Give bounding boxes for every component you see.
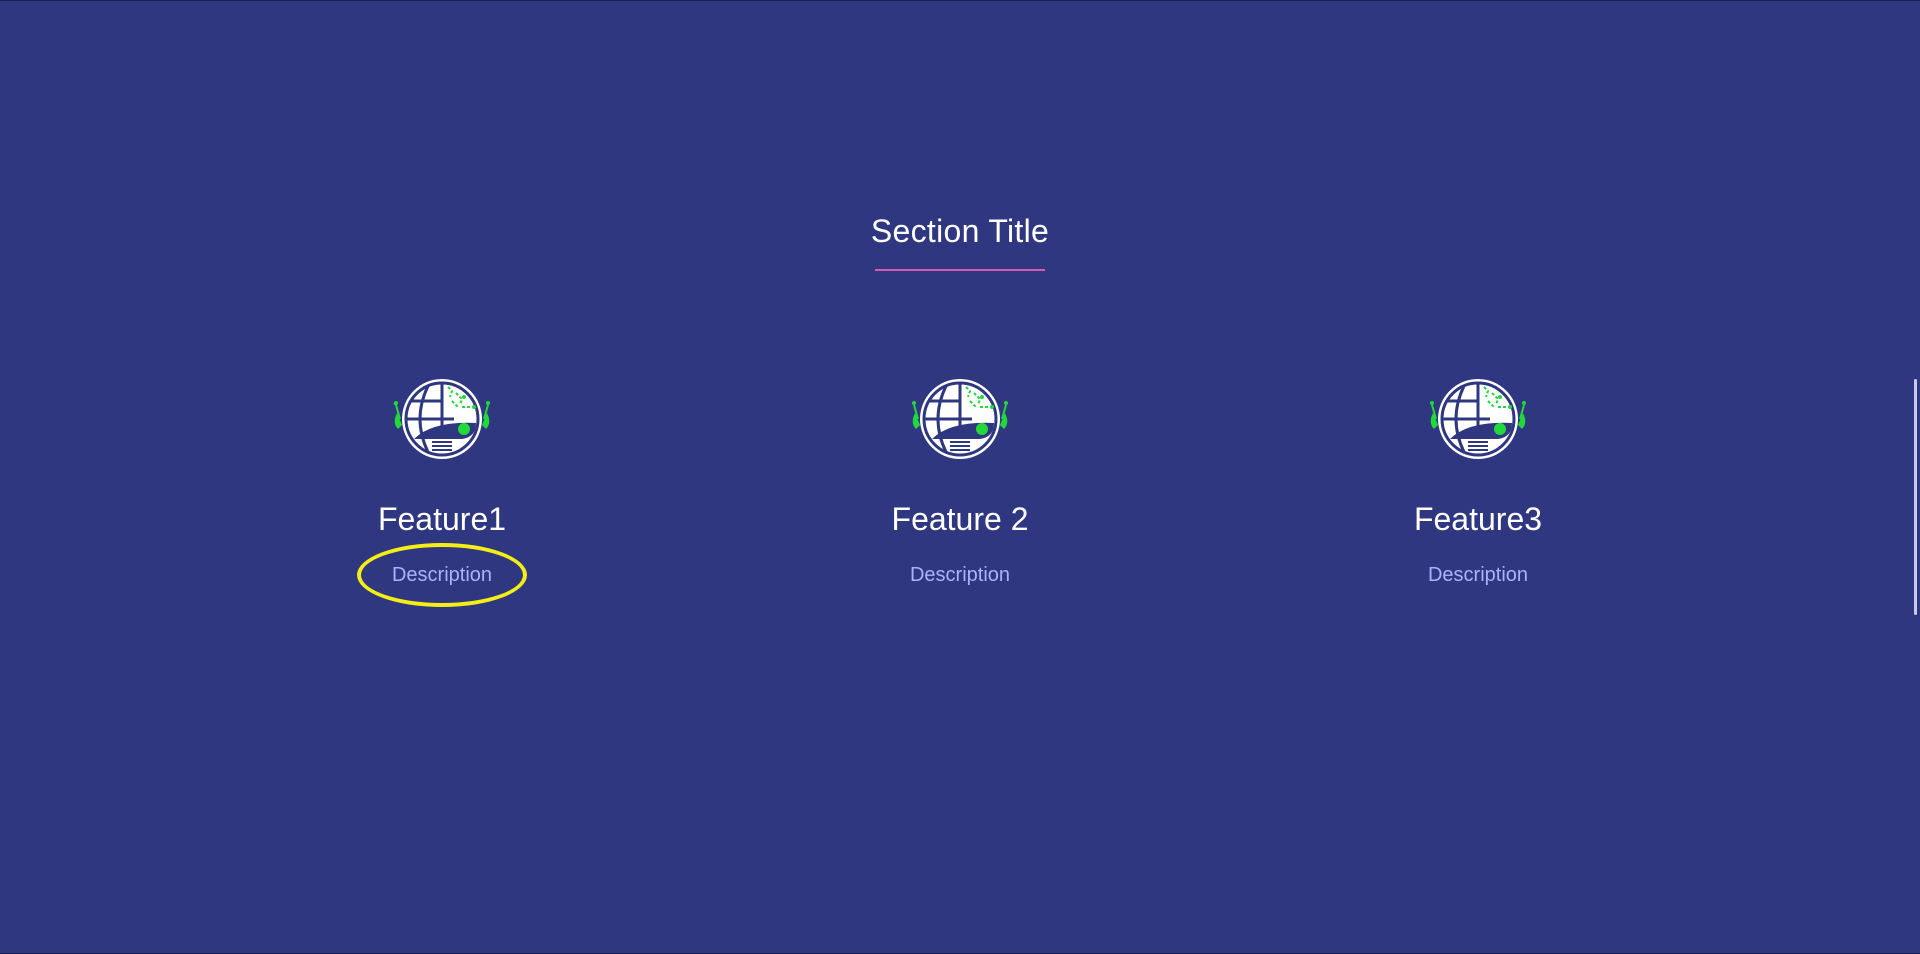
feature-description-link[interactable]: Description [1428,563,1528,587]
section-title-underline [875,269,1045,271]
feature-description-text: Description [391,564,493,586]
globe-robot-icon [912,379,1008,459]
scrollbar-thumb[interactable] [1914,379,1917,615]
globe-robot-icon [1430,379,1526,459]
feature-title: Feature1 [377,501,507,537]
feature-description-link[interactable]: Description [356,543,527,607]
feature-title: Feature 2 [891,501,1029,537]
globe-robot-icon [393,379,490,459]
feature-card-1: Feature1 Description [292,377,592,607]
feature-description-link[interactable]: Description [910,563,1010,587]
features-page: Section Title Feature1 Description Featu… [0,0,1920,954]
feature-title: Feature3 [1413,501,1543,537]
feature-card-3: Feature3 Description [1328,377,1628,587]
section-title: Section Title [870,213,1050,249]
feature-card-2: Feature 2 Description [810,377,1110,587]
